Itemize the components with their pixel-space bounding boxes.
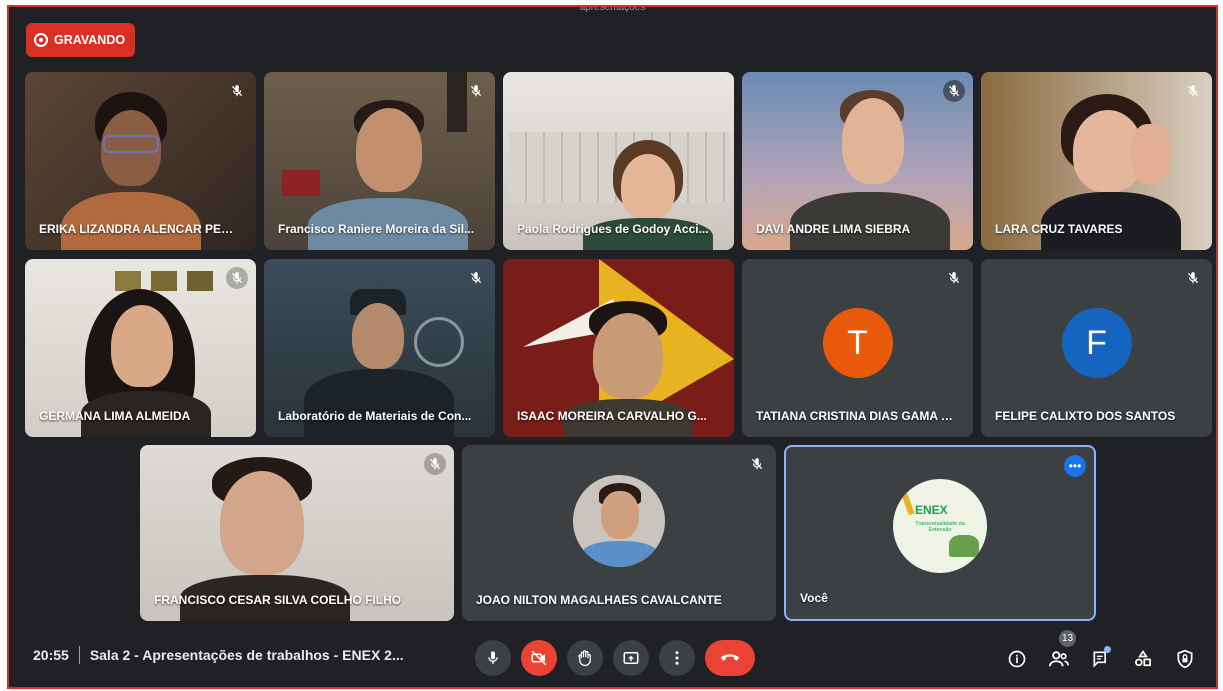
meeting-info: 20:55 Sala 2 - Apresentações de trabalho… (33, 646, 404, 664)
participant-tile[interactable]: DAVI ANDRE LIMA SIEBRA (742, 72, 973, 250)
shapes-icon (1135, 649, 1151, 667)
meeting-title: Sala 2 - Apresentações de trabalhos - EN… (89, 647, 404, 663)
raise-hand-button[interactable] (567, 640, 603, 676)
meeting-time: 20:55 (33, 647, 69, 663)
mic-muted-icon (1182, 80, 1204, 102)
participant-tile[interactable]: Laboratório de Materiais de Con... (264, 259, 495, 437)
info-icon (1008, 650, 1026, 668)
more-options-button[interactable]: ••• (1064, 455, 1086, 477)
mic-muted-icon (746, 453, 768, 475)
participant-name: FRANCISCO CESAR SILVA COELHO FILHO (154, 593, 402, 607)
avatar: F (1061, 308, 1132, 378)
participant-name: ERIKA LIZANDRA ALENCAR PER... (39, 222, 236, 236)
people-icon (1049, 651, 1069, 667)
meeting-details-button[interactable] (1001, 643, 1033, 675)
recording-badge[interactable]: GRAVANDO (26, 23, 136, 57)
mic-muted-icon (465, 80, 487, 102)
participant-name: Francisco Raniere Moreira da Sil... (278, 222, 475, 236)
more-options-button[interactable] (659, 640, 695, 676)
mic-muted-icon (226, 80, 248, 102)
event-logo: ENEX Transversalidade da Extensão (893, 479, 987, 573)
participant-name: Você (800, 591, 828, 605)
microphone-button[interactable] (475, 640, 511, 676)
bottom-toolbar: 20:55 Sala 2 - Apresentações de trabalho… (9, 627, 1216, 687)
avatar: T (822, 308, 893, 378)
participant-tile[interactable]: GERMANA LIMA ALMEIDA (25, 259, 256, 437)
mic-icon (488, 651, 498, 664)
participant-tile[interactable]: LARA CRUZ TAVARES (981, 72, 1212, 250)
recording-label: GRAVANDO (54, 33, 126, 47)
participant-tile[interactable]: Paola Rodrigues de Godoy Acci... (503, 72, 734, 250)
host-controls-button[interactable] (1169, 643, 1201, 675)
participant-name: Paola Rodrigues de Godoy Acci... (517, 222, 709, 236)
participant-name: FELIPE CALIXTO DOS SANTOS (995, 409, 1176, 423)
divider (78, 646, 80, 664)
camera-off-icon (531, 650, 547, 666)
camera-off-button[interactable] (521, 640, 557, 676)
participant-tile[interactable]: FRANCISCO CESAR SILVA COELHO FILHO (140, 445, 454, 621)
people-button[interactable] (1043, 643, 1075, 675)
avatar (573, 475, 665, 567)
mic-muted-icon (226, 267, 248, 289)
shield-lock-icon (1177, 649, 1193, 669)
participant-name: Laboratório de Materiais de Con... (278, 409, 472, 423)
present-icon (623, 652, 639, 664)
chat-button[interactable] (1085, 643, 1117, 675)
meet-window: apresentações GRAVANDO ERIKA LIZANDRA AL… (7, 5, 1218, 689)
participant-tile[interactable]: T TATIANA CRISTINA DIAS GAMA N... (742, 259, 973, 437)
top-banner: apresentações (579, 5, 646, 13)
people-count-badge: 13 (1059, 630, 1076, 647)
mic-muted-icon (424, 453, 446, 475)
phone-hangup-icon (720, 654, 740, 661)
participant-tile[interactable]: F FELIPE CALIXTO DOS SANTOS (981, 259, 1212, 437)
participant-name: DAVI ANDRE LIMA SIEBRA (756, 222, 911, 236)
leave-call-button[interactable] (705, 640, 755, 676)
participant-name: ISAAC MOREIRA CARVALHO G... (517, 409, 707, 423)
mic-muted-icon (1182, 267, 1204, 289)
participant-name: LARA CRUZ TAVARES (995, 222, 1123, 236)
hand-icon (578, 650, 591, 667)
self-tile[interactable]: ENEX Transversalidade da Extensão ••• Vo… (784, 445, 1096, 621)
chat-notification-dot (1104, 646, 1111, 653)
participant-tile[interactable]: JOAO NILTON MAGALHAES CAVALCANTE (462, 445, 776, 621)
participant-tile[interactable]: ERIKA LIZANDRA ALENCAR PER... (25, 72, 256, 250)
activities-button[interactable] (1127, 643, 1159, 675)
participant-name: TATIANA CRISTINA DIAS GAMA N... (756, 409, 953, 423)
more-vert-icon (675, 651, 679, 665)
participant-name: GERMANA LIMA ALMEIDA (39, 409, 191, 423)
participant-name: JOAO NILTON MAGALHAES CAVALCANTE (476, 593, 722, 607)
record-icon (34, 33, 48, 47)
participant-tile[interactable]: ISAAC MOREIRA CARVALHO G... (503, 259, 734, 437)
present-button[interactable] (613, 640, 649, 676)
mic-muted-icon (943, 267, 965, 289)
participant-tile[interactable]: Francisco Raniere Moreira da Sil... (264, 72, 495, 250)
mic-muted-icon (465, 267, 487, 289)
mic-muted-icon (943, 80, 965, 102)
